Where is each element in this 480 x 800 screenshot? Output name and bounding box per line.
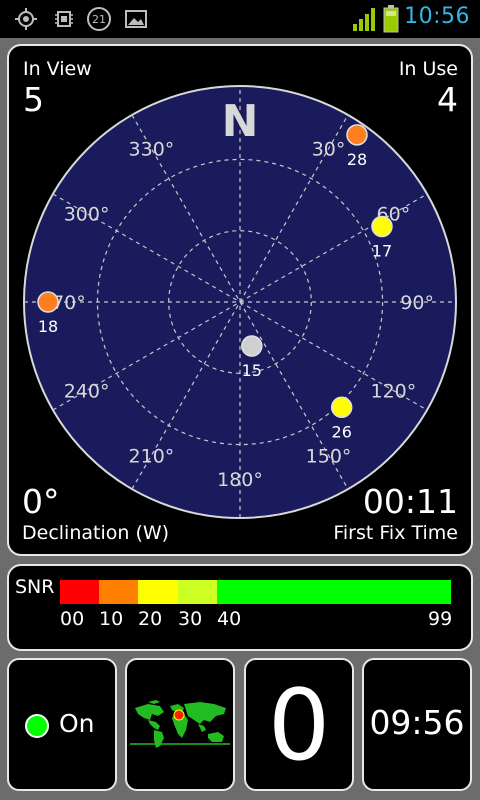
bearing-label: 300° xyxy=(64,203,110,225)
first-fix-label: First Fix Time xyxy=(333,522,458,544)
image-icon xyxy=(125,10,147,28)
in-view-label: In View xyxy=(23,58,92,80)
in-use-label: In Use xyxy=(398,58,458,80)
world-map-icon xyxy=(130,700,230,748)
bearing-label: 180° xyxy=(217,469,263,491)
signal-bars-icon xyxy=(353,8,375,31)
status-time: 10:56 xyxy=(404,4,470,29)
snr-tick-label: 00 xyxy=(60,608,85,630)
satellite-prn-label: 28 xyxy=(347,150,367,169)
snr-segment xyxy=(60,580,99,604)
status-bar: 21 10:56 xyxy=(0,0,480,38)
snr-segment xyxy=(178,580,217,604)
snr-tick-label: 30 xyxy=(178,608,203,630)
sim-icon xyxy=(55,11,73,27)
snr-segment xyxy=(138,580,178,604)
clock-value: 09:56 xyxy=(369,703,465,742)
in-use-value: 4 xyxy=(437,80,458,119)
battery-icon xyxy=(383,5,399,33)
snr-label: SNR xyxy=(15,576,55,598)
satellite-prn-label: 18 xyxy=(38,317,58,336)
declination-label: Declination (W) xyxy=(22,522,170,544)
snr-segment xyxy=(217,580,451,604)
sky-radar: N 30°60°90°120°150°180°210°240°270°300°3… xyxy=(23,85,457,519)
satellite-prn-label: 17 xyxy=(372,242,392,261)
satellite-marker[interactable] xyxy=(371,215,393,238)
north-label: N xyxy=(222,96,259,147)
bearing-label: 240° xyxy=(64,381,110,403)
bearing-label: 330° xyxy=(129,139,175,161)
snr-tick-label: 10 xyxy=(99,608,124,630)
gps-icon xyxy=(15,8,37,30)
gps-status-indicator xyxy=(25,714,49,738)
bearing-label: 150° xyxy=(306,445,352,467)
notification-21-icon: 21 xyxy=(87,7,111,31)
bearing-label: 30° xyxy=(312,139,346,161)
satellite-marker[interactable] xyxy=(330,396,353,419)
gps-status-label: On xyxy=(59,709,95,738)
svg-text:21: 21 xyxy=(92,13,106,26)
satellite-marker[interactable] xyxy=(37,291,59,313)
satellite-marker[interactable] xyxy=(346,124,368,146)
snr-segment xyxy=(99,580,138,604)
snr-scale-bar xyxy=(60,580,451,604)
satellite-prn-label: 15 xyxy=(242,361,262,380)
first-fix-value: 00:11 xyxy=(362,482,458,521)
satellite-prn-label: 26 xyxy=(332,422,352,441)
count-value: 0 xyxy=(267,669,331,783)
in-view-value: 5 xyxy=(23,80,44,119)
bearing-label: 210° xyxy=(129,445,175,467)
satellite-marker[interactable] xyxy=(241,335,263,357)
declination-value: 0° xyxy=(22,482,60,521)
snr-tick-label: 99 xyxy=(428,608,453,630)
snr-tick-label: 40 xyxy=(217,608,242,630)
bearing-label: 90° xyxy=(400,292,434,314)
bearing-label: 120° xyxy=(371,381,417,403)
snr-tick-label: 20 xyxy=(138,608,163,630)
